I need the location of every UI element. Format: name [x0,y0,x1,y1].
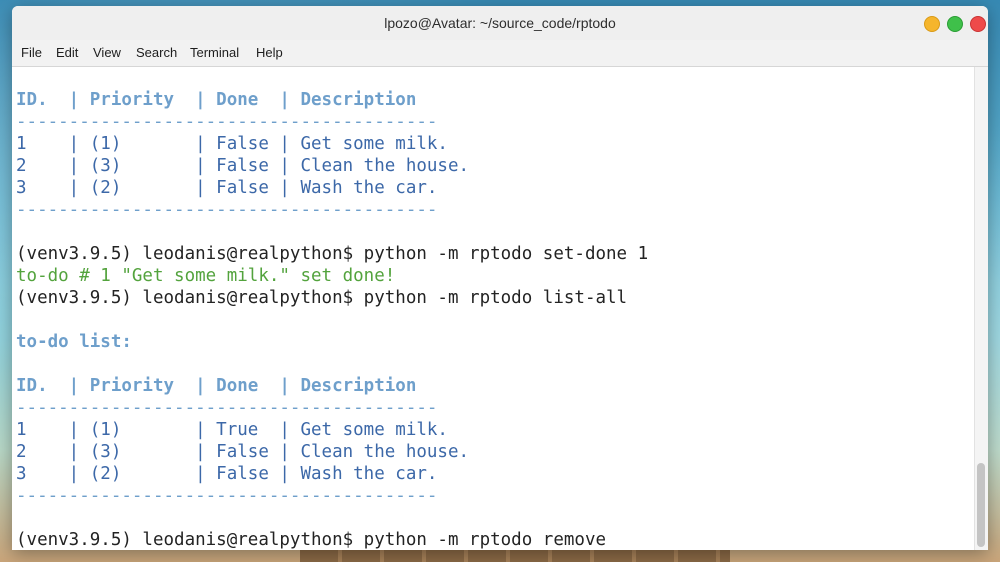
window-title: lpozo@Avatar: ~/source_code/rptodo [384,15,616,31]
menu-help[interactable]: Help [256,40,283,66]
terminal-window: lpozo@Avatar: ~/source_code/rptodo File … [12,6,988,550]
menu-terminal[interactable]: Terminal [190,40,239,66]
terminal-line-row: 1 | (1) | False | Get some milk. [16,134,448,154]
menu-file[interactable]: File [21,40,42,66]
terminal-line-success: to-do # 1 "Get some milk." set done! [16,266,396,286]
terminal-line-prompt: (venv3.9.5) leodanis@realpython$ python … [16,530,607,550]
terminal-line-sep: ---------------------------------------- [16,112,438,132]
desktop-dock-edge [300,548,730,562]
close-button[interactable] [970,16,986,32]
terminal-line-prompt: (venv3.9.5) leodanis@realpython$ python … [16,288,628,308]
maximize-button[interactable] [947,16,963,32]
terminal-line-prompt: (venv3.9.5) leodanis@realpython$ python … [16,244,649,264]
terminal-line-header: to-do list: [16,332,132,352]
terminal-line-row: 2 | (3) | False | Clean the house. [16,442,470,462]
terminal-line-header: ID. | Priority | Done | Description [16,90,417,110]
minimize-button[interactable] [924,16,940,32]
terminal-line-sep: ---------------------------------------- [16,200,438,220]
terminal-line-sep: ---------------------------------------- [16,486,438,506]
menu-bar: File Edit View Search Terminal Help [12,40,988,67]
terminal-line-row: 3 | (2) | False | Wash the car. [16,464,438,484]
title-bar[interactable]: lpozo@Avatar: ~/source_code/rptodo [12,6,988,41]
menu-search[interactable]: Search [136,40,177,66]
menu-edit[interactable]: Edit [56,40,78,66]
terminal-line-sep: ---------------------------------------- [16,398,438,418]
terminal-output[interactable]: ID. | Priority | Done | Description -----… [12,67,974,550]
terminal-line-row: 2 | (3) | False | Clean the house. [16,156,470,176]
scrollbar-thumb[interactable] [977,463,985,547]
terminal-line-row: 1 | (1) | True | Get some milk. [16,420,448,440]
terminal-line-header: ID. | Priority | Done | Description [16,376,417,396]
menu-view[interactable]: View [93,40,121,66]
terminal-line-row: 3 | (2) | False | Wash the car. [16,178,438,198]
